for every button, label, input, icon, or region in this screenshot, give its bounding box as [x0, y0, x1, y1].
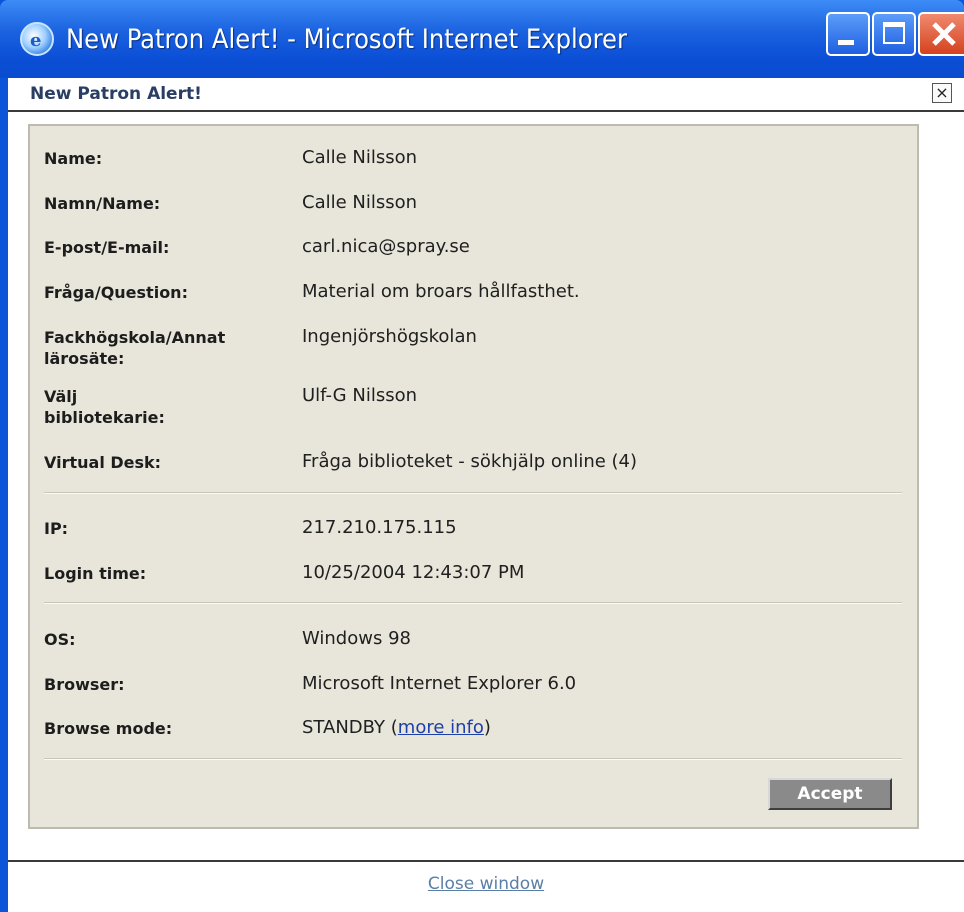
browser-label: Browser: [44, 675, 125, 694]
school-value: Ingenjörshögskolan [302, 326, 477, 347]
page-content: New Patron Alert! × Name: Calle Nilsson … [8, 78, 964, 912]
browse-mode-text: STANDBY [302, 717, 386, 738]
accept-button[interactable]: Accept [768, 778, 892, 810]
namn-value: Calle Nilsson [302, 192, 418, 213]
school-label-line1: Fackhögskola/Annat [44, 328, 226, 347]
question-label: Fråga/Question: [44, 283, 188, 302]
os-label: OS: [44, 630, 76, 649]
maximize-button[interactable] [872, 12, 916, 56]
question-value: Material om broars hållfasthet. [302, 281, 580, 302]
browse-mode-label: Browse mode: [44, 719, 173, 738]
login-time-value: 10/25/2004 12:43:07 PM [302, 562, 525, 583]
close-window-text[interactable]: Close window [428, 874, 544, 894]
ip-label: IP: [44, 519, 69, 538]
maximize-icon [883, 22, 905, 44]
minimize-button[interactable] [826, 12, 870, 56]
header-close-icon[interactable]: × [932, 83, 952, 103]
name-value: Calle Nilsson [302, 147, 418, 168]
close-icon [932, 22, 956, 46]
divider [44, 602, 902, 604]
ip-value: 217.210.175.115 [302, 517, 457, 538]
svg-text:e: e [30, 30, 41, 50]
name-label: Name: [44, 149, 103, 168]
email-label: E-post/E-mail: [44, 238, 170, 257]
alert-header: New Patron Alert! × [8, 78, 964, 112]
browser-value: Microsoft Internet Explorer 6.0 [302, 673, 577, 694]
virtual-desk-label: Virtual Desk: [44, 453, 162, 472]
window-title: New Patron Alert! - Microsoft Internet E… [66, 24, 627, 55]
librarian-label-line1: Välj [44, 387, 78, 406]
paren-close: ) [483, 717, 491, 738]
browser-window: e New Patron Alert! - Microsoft Internet… [0, 0, 964, 912]
school-label-line2: lärosäte: [44, 349, 125, 368]
browse-mode-value: STANDBY (more info) [302, 716, 491, 740]
more-info-link[interactable]: more info [398, 717, 484, 738]
email-value: carl.nica@spray.se [302, 236, 470, 257]
namn-label: Namn/Name: [44, 194, 161, 213]
virtual-desk-value: Fråga biblioteket - sökhjälp online (4) [302, 451, 638, 472]
close-window-link: Close window [8, 874, 964, 894]
divider [44, 758, 902, 760]
minimize-icon [838, 40, 854, 45]
title-bar[interactable]: e New Patron Alert! - Microsoft Internet… [0, 0, 964, 78]
ie-icon: e [20, 22, 54, 56]
librarian-label-line2: bibliotekarie: [44, 408, 165, 427]
alert-title: New Patron Alert! [30, 84, 202, 104]
close-button[interactable] [918, 12, 964, 56]
divider [44, 492, 902, 494]
login-time-label: Login time: [44, 564, 147, 583]
patron-details-panel: Name: Calle Nilsson Namn/Name: Calle Nil… [28, 124, 919, 829]
librarian-value: Ulf-G Nilsson [302, 385, 417, 406]
paren-open: ( [390, 717, 398, 738]
footer-divider [8, 860, 964, 862]
os-value: Windows 98 [302, 628, 411, 649]
